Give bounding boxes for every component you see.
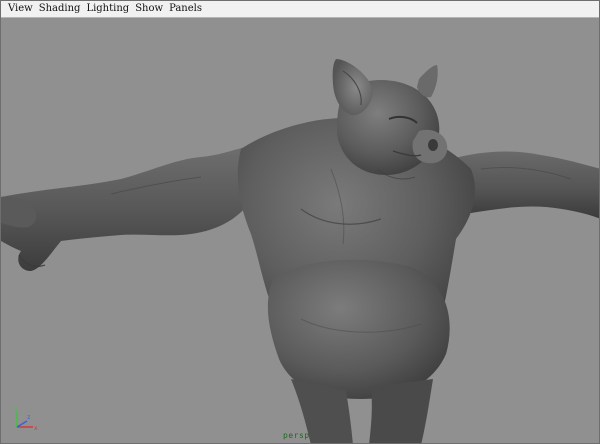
left-arm: [1, 147, 263, 271]
right-ear: [417, 65, 438, 98]
maya-viewport-window: View Shading Lighting Show Panels y x z …: [0, 0, 600, 444]
right-leg: [369, 379, 433, 443]
axis-x-label: x: [34, 425, 38, 432]
menu-panels[interactable]: Panels: [166, 1, 205, 17]
viewport-menubar: View Shading Lighting Show Panels: [1, 1, 599, 18]
menu-view[interactable]: View: [5, 1, 36, 17]
axis-z-label: z: [27, 414, 31, 421]
axis-y-label: y: [14, 405, 18, 412]
menu-show[interactable]: Show: [132, 1, 166, 17]
axis-gizmo-icon: y x z: [14, 405, 38, 432]
pig-character-model[interactable]: [1, 19, 600, 444]
left-ear: [332, 59, 373, 116]
menu-lighting[interactable]: Lighting: [83, 1, 132, 17]
3d-viewport[interactable]: y x z persp: [1, 19, 600, 444]
menu-shading[interactable]: Shading: [36, 1, 84, 17]
belly: [267, 259, 450, 399]
camera-name-label: persp: [283, 431, 310, 440]
